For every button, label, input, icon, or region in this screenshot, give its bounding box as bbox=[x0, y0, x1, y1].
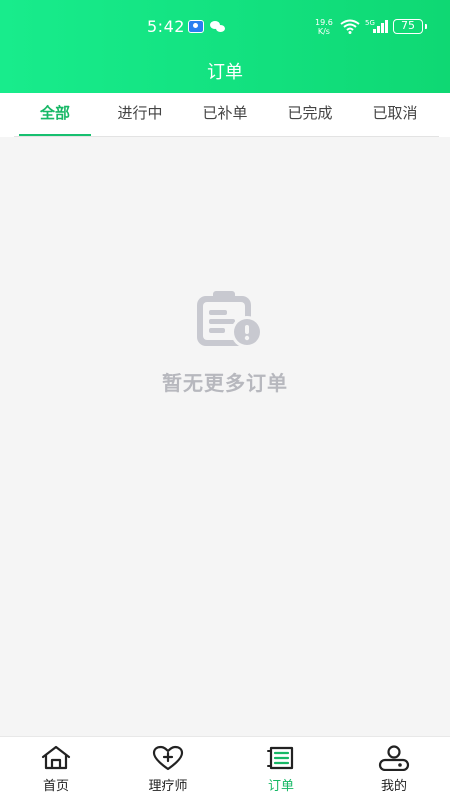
wechat-icon bbox=[210, 20, 226, 33]
battery-indicator: 75 bbox=[393, 19, 427, 34]
nav-item-orders[interactable]: 订单 bbox=[225, 737, 337, 800]
nav-label-orders: 订单 bbox=[267, 779, 294, 794]
nav-label-home: 首页 bbox=[42, 779, 69, 794]
empty-state-message: 暂无更多订单 bbox=[162, 371, 288, 395]
bottom-nav: 首页 理疗师 订单 我的 bbox=[0, 736, 450, 800]
clipboard-icon bbox=[197, 291, 263, 348]
tab-cancelled[interactable]: 已取消 bbox=[357, 93, 433, 133]
heart-plus-icon bbox=[152, 745, 184, 771]
network-speed: 19.6 K/s bbox=[315, 18, 333, 36]
nav-item-profile[interactable]: 我的 bbox=[338, 737, 450, 800]
page-title: 订单 bbox=[207, 62, 243, 83]
nav-item-therapist[interactable]: 理疗师 bbox=[112, 737, 224, 800]
order-tabs: 全部 进行中 已补单 已完成 已取消 bbox=[0, 93, 450, 137]
home-icon bbox=[41, 745, 71, 770]
network-speed-value: 19.6 bbox=[315, 18, 333, 27]
status-time: 5:42 bbox=[147, 17, 185, 36]
tabs-divider bbox=[14, 136, 439, 137]
status-bar: 5:42 19.6 K/s 5G 75 bbox=[0, 0, 450, 52]
signal-icon: 5G bbox=[365, 19, 388, 33]
profile-icon bbox=[378, 745, 410, 771]
wifi-icon bbox=[340, 19, 360, 34]
tab-all[interactable]: 全部 bbox=[17, 93, 93, 133]
tab-in-progress[interactable]: 进行中 bbox=[102, 93, 178, 133]
network-speed-unit: K/s bbox=[317, 27, 330, 36]
tab-supplemented[interactable]: 已补单 bbox=[187, 93, 263, 133]
tab-completed[interactable]: 已完成 bbox=[272, 93, 348, 133]
nav-label-profile: 我的 bbox=[380, 779, 407, 794]
order-list-icon bbox=[267, 746, 294, 770]
eye-app-icon bbox=[188, 20, 204, 33]
nav-label-therapist: 理疗师 bbox=[148, 779, 188, 794]
app-header: 5:42 19.6 K/s 5G 75 订单 bbox=[0, 0, 450, 93]
nav-item-home[interactable]: 首页 bbox=[0, 737, 112, 800]
network-type-label: 5G bbox=[365, 19, 375, 27]
